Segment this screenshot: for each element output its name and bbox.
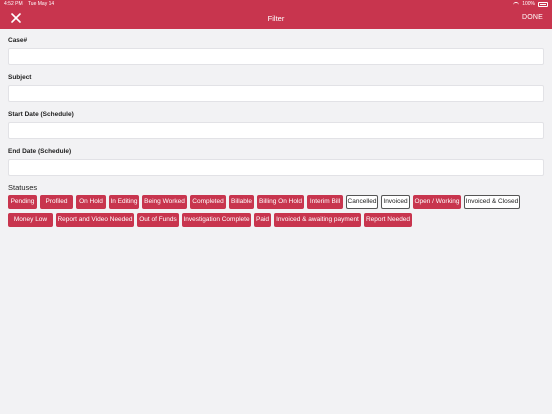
wifi-icon: [513, 2, 520, 6]
status-chip-pending[interactable]: Pending: [8, 195, 37, 209]
status-chip-investigation-complete[interactable]: Investigation Complete: [182, 213, 251, 227]
status-chip-completed[interactable]: Completed: [190, 195, 226, 209]
case-number-input[interactable]: [8, 48, 544, 65]
case-number-label: Case#: [8, 37, 28, 44]
status-bar: 4:52 PM Tue May 14 100%: [0, 0, 552, 9]
start-date-label: Start Date (Schedule): [8, 111, 74, 118]
status-time: 4:52 PM: [4, 1, 23, 7]
status-chip-interim-bill[interactable]: Interim Bill: [307, 195, 343, 209]
end-date-input[interactable]: [8, 159, 544, 176]
start-date-input[interactable]: [8, 122, 544, 139]
status-chip-open-working[interactable]: Open / Working: [413, 195, 461, 209]
status-chip-invoiced-awaiting-payment[interactable]: Invoiced & awaiting payment: [274, 213, 361, 227]
battery-percent: 100%: [522, 1, 535, 7]
status-chip-profiled[interactable]: Profiled: [40, 195, 73, 209]
nav-bar: Filter DONE: [0, 9, 552, 29]
status-chip-on-hold[interactable]: On Hold: [76, 195, 106, 209]
subject-label: Subject: [8, 74, 32, 81]
status-chip-paid[interactable]: Paid: [254, 213, 271, 227]
status-chip-billable[interactable]: Billable: [229, 195, 254, 209]
done-button[interactable]: DONE: [522, 14, 543, 21]
status-date: Tue May 14: [27, 1, 55, 7]
header: 4:52 PM Tue May 14 100% Filter DONE: [0, 0, 552, 29]
status-chip-billing-on-hold[interactable]: Billing On Hold: [257, 195, 304, 209]
subject-input[interactable]: [8, 85, 544, 102]
statuses-label: Statuses: [8, 183, 38, 192]
status-chip-invoiced-closed[interactable]: Invoiced & Closed: [464, 195, 520, 209]
battery-icon: [538, 1, 548, 7]
status-chip-out-of-funds[interactable]: Out of Funds: [137, 213, 179, 227]
status-chip-report-and-video-needed[interactable]: Report and Video Needed: [56, 213, 134, 227]
status-chip-cancelled[interactable]: Cancelled: [346, 195, 378, 209]
status-chip-being-worked[interactable]: Being Worked: [142, 195, 187, 209]
status-chip-invoiced[interactable]: Invoiced: [381, 195, 410, 209]
status-chip-money-low[interactable]: Money Low: [8, 213, 53, 227]
end-date-label: End Date (Schedule): [8, 148, 72, 155]
status-chip-report-needed[interactable]: Report Needed: [364, 213, 412, 227]
status-chip-in-editing[interactable]: In Editing: [109, 195, 139, 209]
page-title: Filter: [267, 14, 285, 23]
